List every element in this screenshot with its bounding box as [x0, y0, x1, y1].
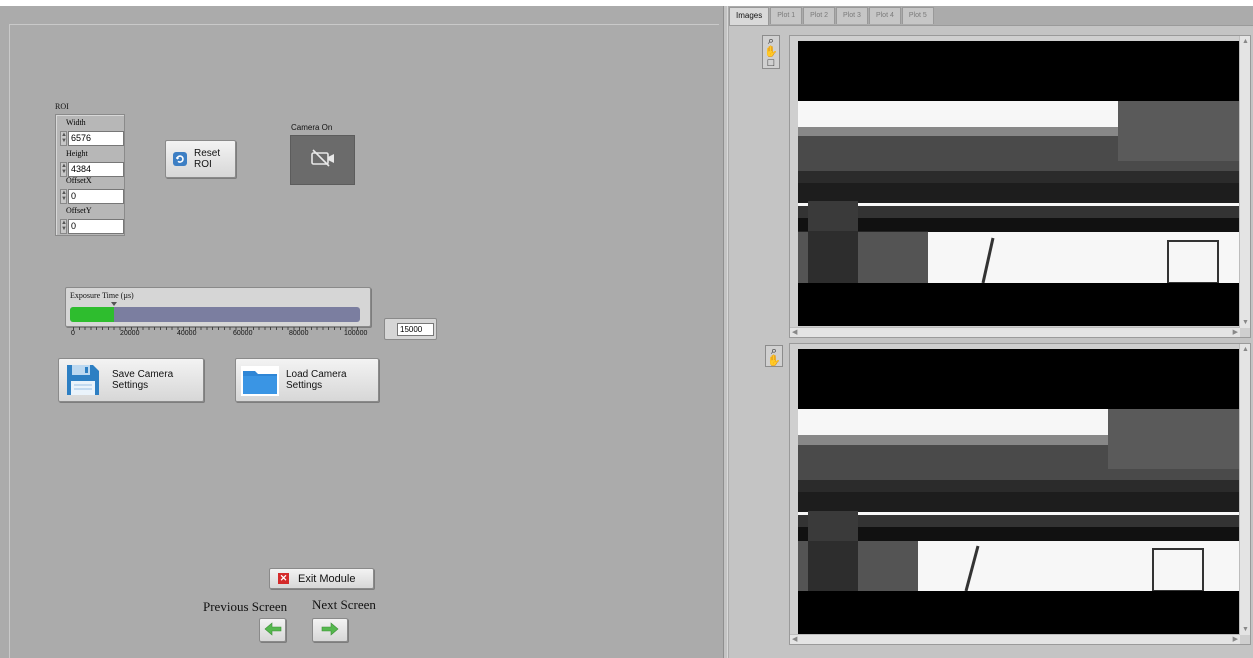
exposure-minor-ticks — [73, 327, 363, 330]
next-screen-label: Next Screen — [312, 597, 376, 612]
roi-offsety-input[interactable]: 0 — [68, 219, 124, 234]
exposure-input[interactable]: 15000 — [397, 323, 434, 336]
reset-roi-button[interactable]: Reset ROI — [165, 140, 236, 178]
tab-plot-3[interactable]: Plot 3 — [836, 7, 868, 24]
save-camera-settings-label: Save Camera Settings — [112, 369, 174, 391]
roi-tool-icon[interactable]: □ — [763, 58, 779, 69]
image-1-vertical-scrollbar[interactable]: ▲ ▼ — [1239, 36, 1250, 328]
save-camera-settings-button[interactable]: Save Camera Settings — [58, 358, 204, 402]
exposure-input-frame: 15000 — [384, 318, 437, 340]
roi-cluster: Width ▲ ▼ 6576 Height ▲ ▼ 4384 OffsetX ▲ ▼ … — [55, 114, 125, 236]
tab-images[interactable]: Images — [729, 7, 770, 26]
tick-label: 40000 — [177, 330, 197, 337]
roi-offsety-label: OffsetY — [66, 206, 92, 215]
roi-width-label: Width — [66, 118, 86, 127]
roi-height-label: Height — [66, 149, 88, 158]
tick-label: 100000 — [344, 330, 368, 337]
roi-width-spinner[interactable]: ▲ ▼ — [60, 131, 67, 146]
top-strip — [0, 0, 1253, 6]
previous-screen-button[interactable] — [259, 618, 286, 642]
roi-offsetx-label: OffsetX — [66, 176, 92, 185]
exposure-slider-fill — [70, 307, 114, 322]
roi-height-spinner[interactable]: ▲ ▼ — [60, 162, 67, 177]
load-camera-settings-button[interactable]: Load Camera Settings — [235, 358, 379, 402]
image-2-horizontal-scrollbar[interactable]: ◀ ▶ — [790, 634, 1240, 644]
roi-offsetx-control: ▲ ▼ 0 — [60, 189, 124, 204]
tab-plot-1[interactable]: Plot 1 — [770, 7, 803, 24]
roi-label: ROI — [55, 102, 69, 111]
floppy-disk-icon — [65, 362, 101, 398]
close-icon: ✕ — [278, 573, 289, 584]
refresh-icon — [173, 152, 187, 166]
next-screen-button[interactable] — [312, 618, 348, 642]
roi-width-control: ▲ ▼ 6576 — [60, 131, 124, 146]
exposure-slider-panel: Exposure Time (µs) — [65, 287, 371, 327]
tick-label: 0 — [71, 330, 75, 337]
panel-divider — [723, 6, 728, 658]
tab-bar: Images Plot 1 Plot 2 Plot 3 Plot 4 Plot … — [729, 7, 935, 26]
camera-image-1[interactable] — [798, 41, 1241, 326]
tab-plot-2[interactable]: Plot 2 — [803, 7, 836, 24]
image-1-tools: ⌕ ✋ □ — [762, 35, 780, 69]
roi-offsety-control: ▲ ▼ 0 — [60, 219, 124, 234]
exposure-label: Exposure Time (µs) — [70, 291, 134, 300]
hand-icon[interactable]: ✋ — [766, 356, 782, 367]
image-2-vertical-scrollbar[interactable]: ▲ ▼ — [1239, 344, 1250, 635]
exit-module-button[interactable]: ✕ Exit Module — [269, 568, 374, 589]
roi-offsetx-input[interactable]: 0 — [68, 189, 124, 204]
tab-plot-4[interactable]: Plot 4 — [868, 7, 901, 24]
camera-on-label: Camera On — [291, 123, 333, 132]
tick-label: 60000 — [233, 330, 253, 337]
folder-icon — [241, 362, 279, 398]
roi-height-input[interactable]: 4384 — [68, 162, 124, 177]
tick-label: 80000 — [289, 330, 309, 337]
previous-screen-label: Previous Screen — [203, 599, 288, 614]
camera-image-2[interactable] — [798, 349, 1241, 634]
image-1-horizontal-scrollbar[interactable]: ◀ ▶ — [790, 327, 1240, 337]
camera-toggle[interactable] — [290, 135, 355, 185]
camera-off-icon — [309, 148, 337, 172]
image-display-1: ▲ ▼ ◀ ▶ — [789, 35, 1251, 338]
tab-plot-5[interactable]: Plot 5 — [901, 7, 934, 24]
reset-roi-label: Reset ROI — [194, 148, 221, 170]
arrow-left-icon — [264, 621, 282, 639]
exposure-slider-track[interactable] — [70, 307, 360, 322]
image-display-2: ▲ ▼ ◀ ▶ — [789, 343, 1251, 645]
exposure-slider-thumb[interactable] — [110, 302, 117, 306]
load-camera-settings-label: Load Camera Settings — [286, 369, 347, 391]
tick-label: 20000 — [120, 330, 140, 337]
roi-width-input[interactable]: 6576 — [68, 131, 124, 146]
arrow-right-icon — [321, 621, 339, 639]
exposure-scale: 0 20000 40000 60000 80000 100000 — [71, 327, 367, 341]
image-2-tools: ⌕ ✋ — [765, 345, 783, 367]
roi-height-control: ▲ ▼ 4384 — [60, 162, 124, 177]
roi-offsetx-spinner[interactable]: ▲ ▼ — [60, 189, 67, 204]
roi-offsety-spinner[interactable]: ▲ ▼ — [60, 219, 67, 234]
exit-module-label: Exit Module — [298, 572, 356, 585]
